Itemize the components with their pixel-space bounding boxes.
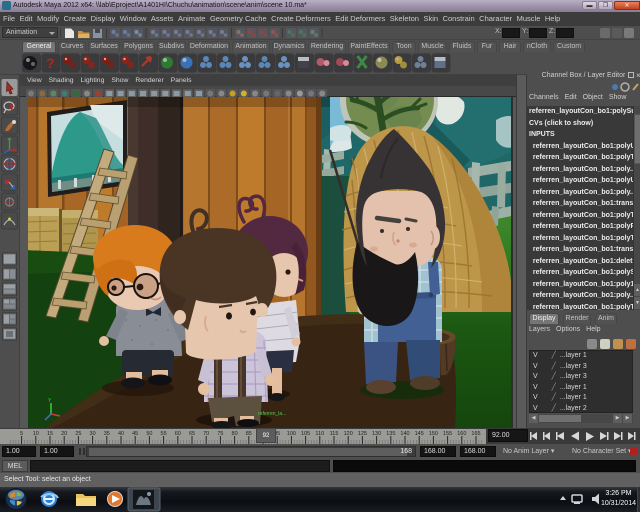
svg-text:135: 135	[386, 431, 395, 437]
svg-text:145: 145	[415, 431, 424, 437]
svg-text:125: 125	[358, 431, 367, 437]
svg-text:140: 140	[400, 431, 409, 437]
svg-text:65: 65	[189, 431, 195, 437]
svg-text:25: 25	[75, 431, 81, 437]
svg-text:10: 10	[33, 431, 39, 437]
svg-text:30: 30	[90, 431, 96, 437]
svg-text:100: 100	[287, 431, 296, 437]
svg-text:50: 50	[146, 431, 152, 437]
svg-text:35: 35	[104, 431, 110, 437]
svg-text:160: 160	[457, 431, 466, 437]
svg-text:110: 110	[315, 431, 324, 437]
svg-text:85: 85	[246, 431, 252, 437]
svg-text:115: 115	[330, 431, 339, 437]
svg-text:165: 165	[471, 431, 480, 437]
svg-text:120: 120	[344, 431, 353, 437]
svg-text:75: 75	[217, 431, 223, 437]
svg-text:80: 80	[232, 431, 238, 437]
svg-text:130: 130	[372, 431, 381, 437]
svg-text:20: 20	[61, 431, 67, 437]
svg-text:70: 70	[203, 431, 209, 437]
svg-text:45: 45	[132, 431, 138, 437]
svg-text:60: 60	[175, 431, 181, 437]
svg-text:40: 40	[118, 431, 124, 437]
svg-text:?: ?	[46, 55, 55, 71]
svg-text:155: 155	[443, 431, 452, 437]
svg-text:15: 15	[47, 431, 53, 437]
svg-text:105: 105	[301, 431, 310, 437]
svg-text:150: 150	[429, 431, 438, 437]
svg-text:5: 5	[20, 431, 23, 437]
svg-text:55: 55	[161, 431, 167, 437]
